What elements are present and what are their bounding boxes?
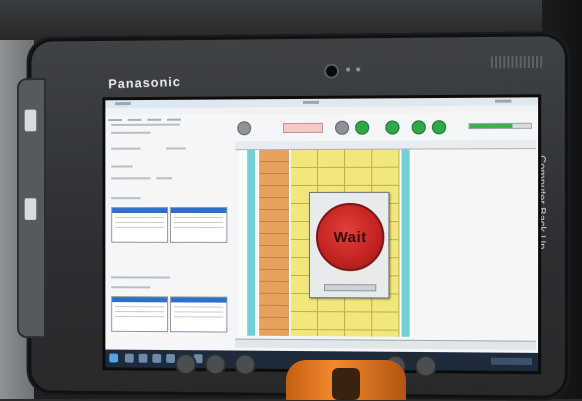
left-panel — [107, 117, 233, 344]
status-light-icon — [356, 67, 361, 72]
wait-indicator: Wait — [315, 202, 385, 272]
data-grid[interactable] — [111, 207, 169, 243]
start-icon[interactable] — [109, 353, 119, 363]
cyan-lane — [401, 149, 410, 337]
hardware-button[interactable] — [414, 354, 437, 378]
toolbar — [235, 116, 536, 140]
speaker-grille — [490, 55, 543, 69]
progress-bar — [468, 122, 532, 130]
tablet-bumper — [16, 78, 46, 339]
taskbar-app-icon[interactable] — [152, 353, 162, 363]
status-bar — [235, 338, 537, 350]
hardware-button[interactable] — [234, 353, 257, 376]
orange-lane — [259, 150, 290, 336]
cyan-lane — [247, 150, 256, 336]
status-light-icon — [346, 67, 351, 72]
data-grid[interactable] — [111, 296, 169, 333]
brand-logo: Panasonic — [108, 73, 182, 92]
wait-text: Wait — [333, 228, 367, 246]
go-button[interactable] — [385, 120, 400, 135]
go-button[interactable] — [431, 120, 447, 135]
wait-progress — [324, 284, 377, 292]
system-tray[interactable] — [490, 357, 532, 366]
tablet-screen: Wait — [102, 94, 542, 375]
data-grid[interactable] — [170, 296, 228, 333]
taskbar-app-icon[interactable] — [138, 353, 148, 363]
hardware-button[interactable] — [204, 353, 227, 376]
orange-roller — [286, 360, 406, 400]
alert-field — [283, 122, 324, 134]
side-port — [24, 198, 37, 220]
menu-bar[interactable] — [105, 105, 539, 122]
rugged-tablet: Panasonic Computer Back Up — [16, 31, 570, 401]
taskbar-app-icon[interactable] — [166, 353, 175, 363]
refresh-button[interactable] — [237, 121, 252, 136]
data-grid[interactable] — [170, 207, 228, 243]
hardware-button[interactable] — [174, 353, 197, 376]
camera-icon — [324, 63, 340, 79]
taskbar-app-icon[interactable] — [124, 353, 134, 363]
side-port — [24, 109, 37, 132]
tool-button[interactable] — [335, 120, 350, 135]
go-button[interactable] — [355, 120, 370, 135]
go-button[interactable] — [411, 120, 426, 135]
wait-dialog: Wait — [308, 191, 390, 299]
